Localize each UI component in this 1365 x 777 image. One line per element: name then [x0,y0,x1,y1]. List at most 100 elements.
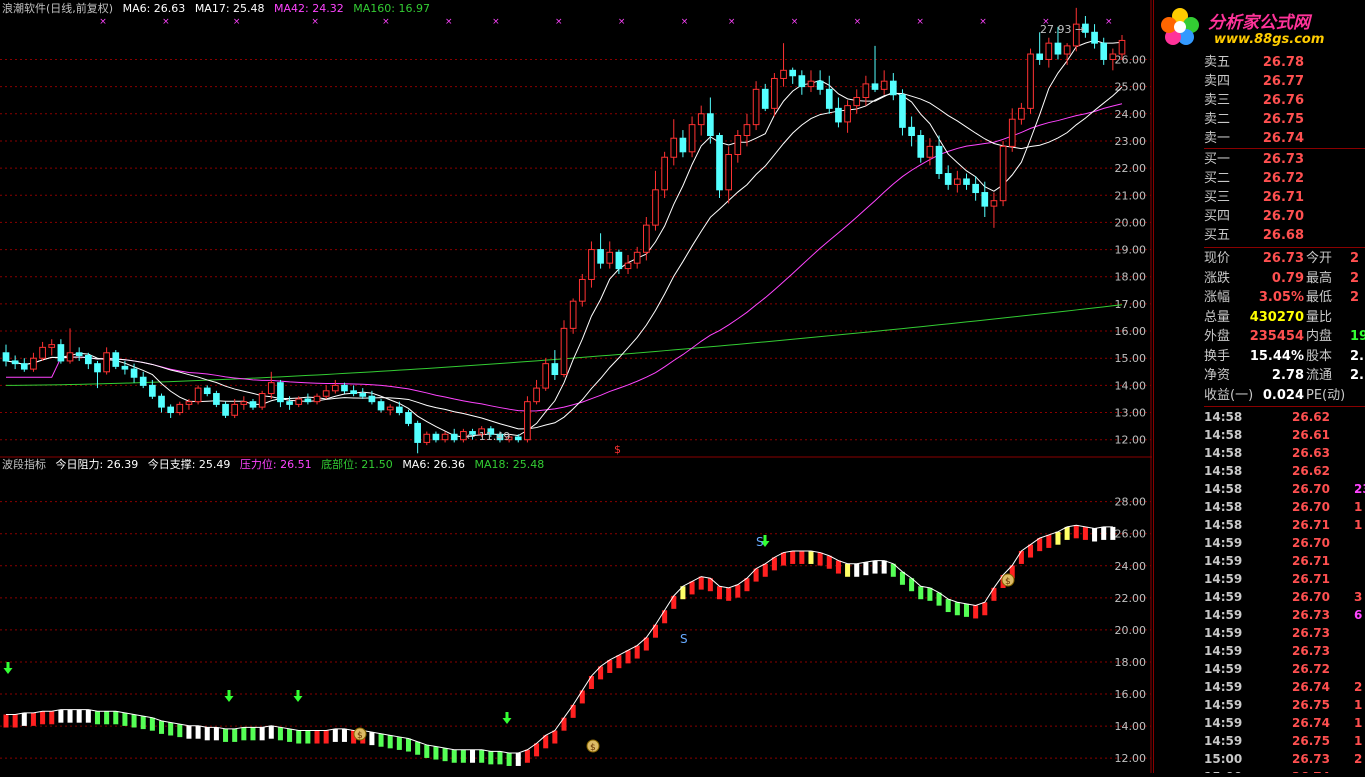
candle-body [322,390,330,397]
candle-body [981,192,989,207]
price-tick-label: 16.00 [1115,325,1147,338]
candle-body [377,401,385,411]
money-bag-icon: $ [357,731,363,741]
candle-body [66,352,74,362]
candle-body [112,352,120,367]
candle-body [844,105,851,123]
candle-body [652,189,659,226]
quote-panel: 分析家公式网 www.88gs.com 卖五 26.78 卖四 26.77 卖三 26.7… [1153,0,1365,773]
ma6-line [5,39,1123,438]
signal-x-marker: × [728,17,736,27]
signal-x-marker: × [854,17,862,27]
ind-ma18-label: MA18: 25.48 [474,458,545,471]
candle-body [30,357,37,370]
candle-body [707,113,714,137]
bid-price: 26.71 [1262,190,1304,205]
candle-body [835,107,842,123]
divider [1204,247,1365,248]
trade-price: 26.70 [1292,536,1330,550]
signal-x-marker: × [99,17,107,27]
candle-body [121,365,129,370]
trade-volume: 2 [1354,752,1363,766]
signal-x-marker: × [382,17,390,27]
logo-url: www.88gs.com [1214,32,1325,47]
candle-body [615,251,623,270]
candle-body [258,393,266,408]
candle-body [185,401,193,405]
candle-body [597,249,604,264]
candle-body [606,251,614,264]
trade-price: 26.75 [1292,734,1330,748]
signal-x-marker: × [162,17,170,27]
kline-chart[interactable]: 26.00 25.00 24.00 23.00 22.00 21.00 20.00 19.00… [0,0,1152,773]
trade-time: 14:59 [1204,662,1243,676]
ask-price: 26.76 [1262,93,1304,108]
ind-ma6-label: MA6: 26.36 [402,458,466,471]
candle-body [158,395,165,408]
candle-body [533,387,540,403]
trade-time: 14:58 [1204,464,1243,478]
support-label: 今日支撑: 25.49 [147,458,231,471]
stock-title: 浪潮软件(日线,前复权) [2,2,114,15]
indicator-header: 波段指标 今日阻力: 26.39 今日支撑: 25.49 压力位: 26.51 … [2,458,550,472]
divider [1204,148,1365,149]
candle-body [1018,107,1025,120]
bid-price: 26.70 [1262,209,1304,224]
down-arrow-icon [502,712,512,724]
signal-x-marker: × [555,17,563,27]
ask-label: 卖四 [1204,74,1231,89]
indicator-top-line [6,524,1113,754]
candle-body [899,94,906,128]
ma17-label: MA17: 25.48 [194,2,265,15]
candle-body [743,124,751,137]
signal-x-marker: × [311,17,319,27]
candle-body [396,406,403,414]
resist-label: 今日阻力: 26.39 [55,458,139,471]
trade-price: 26.73 [1292,626,1330,640]
candle-body [267,382,275,395]
candle-body [222,403,229,416]
trade-price: 26.73 [1292,608,1330,622]
stat-value: 430270 [1249,309,1304,325]
candle-body [670,137,678,158]
trade-time: 14:59 [1204,590,1243,604]
stat-label: 涨幅 [1204,290,1231,305]
s-marker-text: S [680,632,688,646]
bid-price: 26.73 [1262,152,1304,167]
candle-body [1045,42,1053,60]
trade-time: 14:58 [1204,518,1243,532]
trade-price: 26.61 [1292,428,1330,442]
trade-price: 26.74 [1264,768,1330,773]
candle-body [798,75,806,88]
candle-body [972,183,979,194]
candle-body [432,433,440,441]
candle-body [103,352,110,373]
indicator-tick-label: 20.00 [1115,624,1147,637]
stat-value: 15.44% [1249,348,1304,364]
dollar-marker: $ [614,443,621,456]
stat-value: 19 [1350,329,1365,344]
stat-value: 2 [1350,251,1360,266]
candle-body [725,154,732,191]
down-arrow-icon [3,662,13,674]
price-tick-label: 26.00 [1115,53,1147,66]
candle-body [139,376,147,386]
indicator-tick-label: 14.00 [1115,720,1147,733]
candle-body [862,83,870,98]
signal-x-marker: × [681,17,689,27]
ask-price: 26.78 [1262,55,1304,70]
candle-body [75,352,83,357]
trade-volume: 1 [1354,716,1363,730]
signal-x-marker: × [916,17,924,27]
candle-body [954,178,961,185]
indicator-tick-label: 22.00 [1115,592,1147,605]
candle-body [441,433,449,441]
price-tick-label: 17.00 [1115,298,1147,311]
candle-body [84,355,92,365]
chart-area[interactable]: 26.00 25.00 24.00 23.00 22.00 21.00 20.00 19.00… [0,0,1152,773]
candle-body [661,156,668,191]
candle-body [350,390,357,395]
signal-x-marker: × [1105,17,1113,27]
bid-label: 买二 [1204,171,1231,186]
trade-time: 14:59 [1204,680,1243,694]
